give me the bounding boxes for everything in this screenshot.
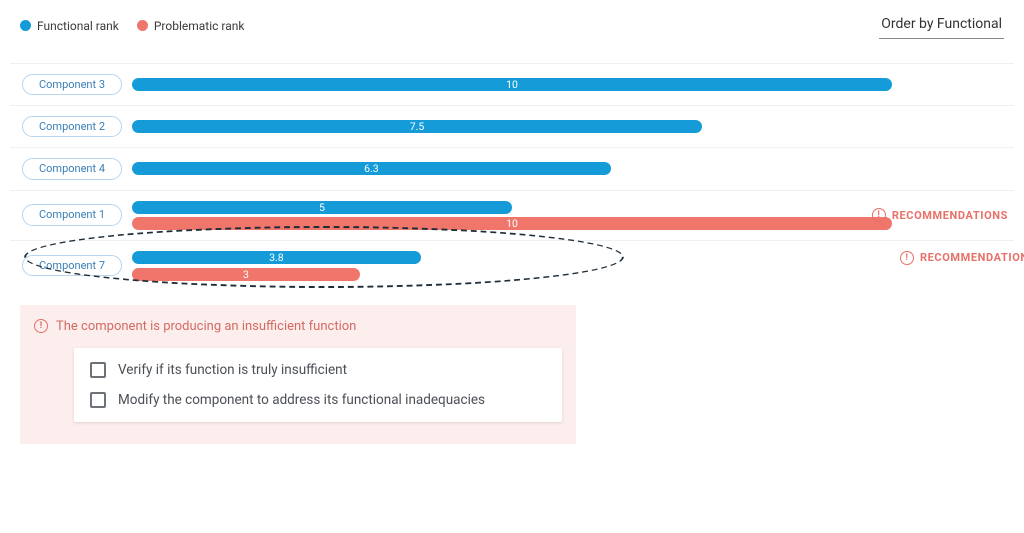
- problematic-bar[interactable]: 10: [132, 217, 892, 230]
- component-pill[interactable]: Component 3: [22, 74, 122, 95]
- recommendations-tag[interactable]: ! RECOMMENDATIONS: [872, 208, 1008, 222]
- checkbox-icon[interactable]: [90, 392, 106, 408]
- panel-title-text: The component is producing an insufficie…: [56, 319, 356, 334]
- recommendation-text: Verify if its function is truly insuffic…: [118, 362, 347, 378]
- functional-bar[interactable]: 10: [132, 78, 892, 91]
- component-pill[interactable]: Component 4: [22, 158, 122, 179]
- functional-bar[interactable]: 7.5: [132, 120, 702, 133]
- legend-item-problematic[interactable]: Problematic rank: [137, 19, 245, 33]
- recommendations-label: RECOMMENDATIONS: [892, 209, 1008, 222]
- problematic-bar[interactable]: 3: [132, 268, 360, 281]
- component-pill[interactable]: Component 2: [22, 116, 122, 137]
- recommendation-text: Modify the component to address its func…: [118, 392, 485, 408]
- chart-row-inner: Component 3 10: [10, 63, 1014, 105]
- recommendation-item[interactable]: Modify the component to address its func…: [90, 392, 546, 408]
- recommendations-tag[interactable]: ! RECOMMENDATIONS: [900, 251, 1024, 265]
- bars-column: 3.8! RECOMMENDATIONS 3: [132, 251, 1024, 281]
- chart-row-inner: Component 1 5 10! RECOMMENDATIONS: [10, 190, 1014, 240]
- component-pill[interactable]: Component 7: [22, 255, 122, 276]
- component-pill[interactable]: Component 1: [22, 204, 122, 225]
- checkbox-icon[interactable]: [90, 362, 106, 378]
- recommendations-label: RECOMMENDATIONS: [920, 251, 1024, 264]
- bars-column: 6.3: [132, 162, 1002, 175]
- legend-label-functional: Functional rank: [37, 19, 119, 33]
- recommendations-panel: ! The component is producing an insuffic…: [20, 305, 576, 444]
- chart-row-inner: Component 4 6.3: [10, 147, 1014, 189]
- chart-row: Component 4 6.3: [10, 147, 1014, 189]
- order-by-label: Order by Functional: [881, 16, 1002, 32]
- chart-row-inner: Component 73.8!RECOMMENDATIONS3: [10, 240, 1014, 291]
- alert-icon: !: [872, 208, 886, 222]
- recommendations-card: Verify if its function is truly insuffic…: [74, 348, 562, 422]
- legend-label-problematic: Problematic rank: [154, 19, 245, 33]
- functional-bar[interactable]: 5: [132, 201, 512, 214]
- chart-row: Component 3 10: [10, 63, 1014, 105]
- chart-rows: Component 3 10 Component 2 7.5 Component 4 6.…: [10, 47, 1014, 291]
- bars-column: 7.5: [132, 120, 1002, 133]
- panel-title-row: ! The component is producing an insuffic…: [34, 319, 562, 334]
- bars-column: 10: [132, 78, 1002, 91]
- functional-bar[interactable]: 3.8: [132, 251, 421, 264]
- chart-row: Component 1 5 10! RECOMMENDATIONS: [10, 190, 1014, 240]
- chart-header: Functional rank Problematic rank Order b…: [10, 12, 1014, 47]
- recommendation-item[interactable]: Verify if its function is truly insuffic…: [90, 362, 546, 378]
- chart-row: Component 73.8!RECOMMENDATIONS3: [10, 240, 1014, 291]
- legend: Functional rank Problematic rank: [20, 19, 244, 33]
- legend-dot-functional: [20, 20, 31, 31]
- chart-row-inner: Component 2 7.5: [10, 105, 1014, 147]
- legend-item-functional[interactable]: Functional rank: [20, 19, 119, 33]
- functional-bar[interactable]: 6.3: [132, 162, 611, 175]
- legend-dot-problematic: [137, 20, 148, 31]
- alert-icon: !: [900, 251, 914, 265]
- order-by-selector[interactable]: Order by Functional: [879, 12, 1004, 39]
- alert-icon: !: [34, 319, 48, 333]
- chart-row: Component 2 7.5: [10, 105, 1014, 147]
